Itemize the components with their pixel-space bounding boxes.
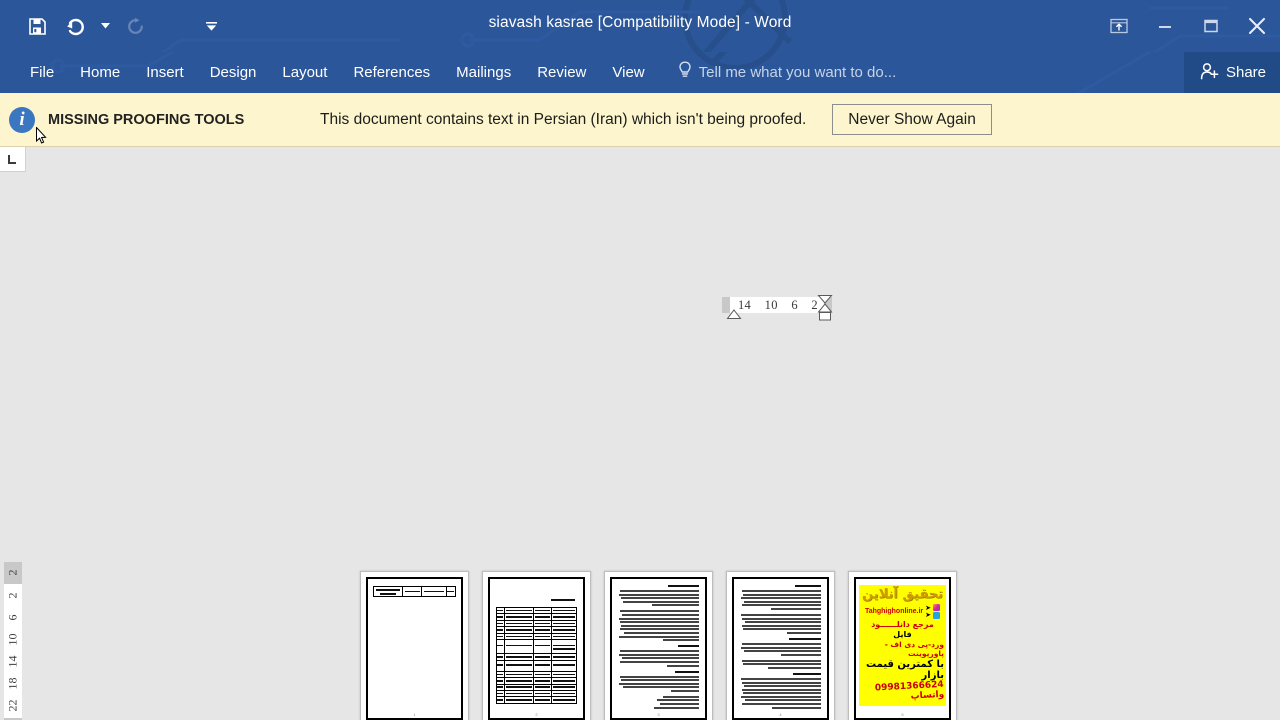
undo-dropdown-chevron-down-icon[interactable]: [94, 9, 116, 43]
left-indent-marker[interactable]: [726, 309, 742, 320]
vruler-tick-22: 22: [5, 699, 20, 712]
ad-brand-title: تحقیق آنلاین: [862, 587, 944, 602]
ad-line-contact: 09981366624 واتساپ: [874, 679, 945, 702]
tab-design-label: Design: [209, 64, 257, 81]
info-icon: i: [9, 106, 35, 133]
vruler-tick-18: 18: [5, 677, 20, 690]
page-2-number: 2: [535, 712, 538, 717]
page-4-content: [736, 581, 825, 716]
lightbulb-icon: [678, 61, 692, 84]
page-5-border: تحقیق آنلاین Tahghighonline.ir ➤ ➤ مرجع …: [854, 577, 951, 720]
page-2-content: [492, 581, 581, 716]
right-indent-markers[interactable]: [816, 294, 834, 322]
ruler-tick-labels: 14 10 6 2: [732, 297, 824, 313]
telegram-icon: [933, 612, 941, 619]
page-thumbnails: 1 2 3 4 تحقیق آنلاین Tahghighonline.ir ➤…: [360, 571, 957, 720]
tell-me-search[interactable]: Tell me what you want to do...: [678, 52, 897, 93]
tab-layout[interactable]: Layout: [269, 52, 340, 93]
page-1-content: [370, 581, 459, 716]
share-button-label: Share: [1225, 64, 1266, 81]
vruler-margin-tick: 2: [5, 569, 20, 576]
page-1-border: 1: [366, 577, 463, 720]
title-bar: siavash kasrae [Compatibility Mode] - Wo…: [0, 0, 1280, 52]
vruler-tick-10: 10: [5, 633, 20, 646]
page-thumbnail-4[interactable]: 4: [726, 571, 835, 720]
share-button[interactable]: Share: [1183, 52, 1280, 93]
missing-proofing-tools-bar: i MISSING PROOFING TOOLS This document c…: [0, 93, 1280, 147]
tab-view[interactable]: View: [599, 52, 657, 93]
ruler-tick-10: 10: [764, 297, 778, 312]
page-2-table: [496, 607, 577, 704]
never-show-again-button[interactable]: Never Show Again: [832, 104, 992, 135]
page-5-number: 5: [901, 712, 904, 717]
tab-insert-label: Insert: [146, 64, 184, 81]
mouse-cursor-icon: [36, 127, 47, 144]
close-button[interactable]: [1234, 0, 1280, 52]
customize-qat-button[interactable]: [200, 9, 222, 43]
ribbon-tab-bar: File Home Insert Design Layout Reference…: [0, 52, 1280, 93]
page-1-table-header: [373, 586, 456, 597]
tab-references-label: References: [353, 64, 431, 81]
tab-home[interactable]: Home: [67, 52, 133, 93]
tab-stop-selector[interactable]: [0, 147, 26, 172]
tab-view-label: View: [612, 64, 645, 81]
ad-line-formats: ورد-پی دی اف - پاورپوینت: [884, 640, 944, 658]
ad-line-source: مرجع دانلــــــود: [871, 620, 934, 629]
tab-design[interactable]: Design: [197, 52, 270, 93]
tab-file-label: File: [30, 64, 55, 81]
ad-line-price: با کمترین قیمت بازار: [866, 659, 944, 681]
horizontal-ruler[interactable]: 14 10 6 2: [722, 294, 834, 322]
window-controls: [1096, 0, 1280, 52]
tab-review-label: Review: [537, 64, 587, 81]
quick-access-toolbar: [18, 9, 222, 43]
message-bar-title: MISSING PROOFING TOOLS: [48, 111, 245, 128]
tab-references[interactable]: References: [340, 52, 443, 93]
page-thumbnail-3[interactable]: 3: [604, 571, 713, 720]
ribbon-display-options-button[interactable]: [1096, 0, 1142, 52]
vruler-tick-2: 2: [5, 592, 20, 599]
page-thumbnail-1[interactable]: 1: [360, 571, 469, 720]
tab-mailings-label: Mailings: [456, 64, 512, 81]
page-2-border: 2: [488, 577, 585, 720]
ad-url-row: Tahghighonline.ir ➤ ➤: [864, 604, 941, 619]
person-add-icon: [1200, 62, 1219, 84]
instagram-icon: [933, 604, 941, 611]
tab-file[interactable]: File: [17, 52, 67, 93]
vruler-tick-6: 6: [5, 614, 20, 621]
undo-button[interactable]: [56, 9, 94, 43]
page-3-content: [614, 581, 703, 716]
tab-mailings[interactable]: Mailings: [443, 52, 524, 93]
left-tab-stop-icon: [8, 154, 16, 164]
arrow-left-icon: ➤ ➤: [925, 604, 932, 619]
redo-button: [116, 9, 154, 43]
vertical-ruler-top-margin: 2: [4, 562, 22, 584]
page-thumbnail-5[interactable]: تحقیق آنلاین Tahghighonline.ir ➤ ➤ مرجع …: [848, 571, 957, 720]
social-icons: [933, 604, 941, 619]
vruler-tick-14: 14: [5, 655, 20, 668]
message-bar-text: This document contains text in Persian (…: [320, 110, 807, 128]
page-3-number: 3: [657, 712, 660, 717]
page-4-border: 4: [732, 577, 829, 720]
document-workspace[interactable]: 14 10 6 2 2 2 6 10 14 18 22 1 2 3 4 تحقی…: [0, 147, 1280, 720]
tell-me-placeholder: Tell me what you want to do...: [698, 64, 897, 81]
ad-line-file: فایل: [893, 630, 912, 639]
advertisement-block: تحقیق آنلاین Tahghighonline.ir ➤ ➤ مرجع …: [859, 585, 946, 706]
page-4-number: 4: [779, 712, 782, 717]
tab-layout-label: Layout: [282, 64, 328, 81]
save-button[interactable]: [18, 9, 56, 43]
vertical-ruler-page-area: 2 6 10 14 18 22: [4, 584, 22, 718]
minimize-button[interactable]: [1142, 0, 1188, 52]
page-1-number: 1: [413, 712, 416, 717]
page-2-heading: [551, 599, 575, 601]
page-3-border: 3: [610, 577, 707, 720]
ruler-tick-6: 6: [791, 297, 798, 312]
tab-home-label: Home: [80, 64, 121, 81]
vertical-ruler[interactable]: 2 2 6 10 14 18 22: [4, 562, 22, 720]
tab-review[interactable]: Review: [524, 52, 599, 93]
page-thumbnail-2[interactable]: 2: [482, 571, 591, 720]
ad-website-url: Tahghighonline.ir: [864, 608, 924, 615]
tab-insert[interactable]: Insert: [133, 52, 197, 93]
maximize-button[interactable]: [1188, 0, 1234, 52]
